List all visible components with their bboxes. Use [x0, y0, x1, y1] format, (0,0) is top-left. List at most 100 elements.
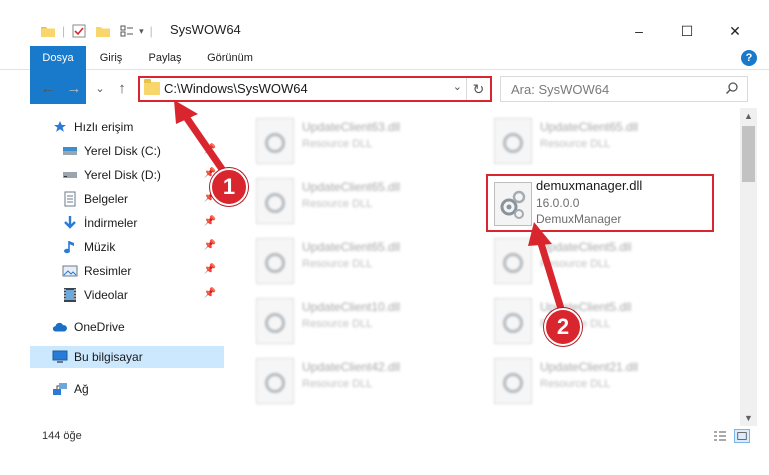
- pictures-icon: [62, 263, 78, 279]
- sidebar-item-label: Müzik: [84, 240, 116, 254]
- file-description: Resource DLL: [540, 258, 611, 270]
- file-name: UpdateClient65.dll: [540, 120, 639, 134]
- list-item[interactable]: UpdateClient5.dll Resource DLL: [488, 292, 718, 350]
- refresh-button[interactable]: ↻: [466, 78, 490, 100]
- dll-file-icon: [256, 298, 294, 344]
- sidebar-item-label: Yerel Disk (D:): [84, 168, 161, 182]
- sidebar-item-label: Ağ: [74, 382, 89, 396]
- list-item[interactable]: UpdateClient42.dll Resource DLL: [250, 352, 480, 410]
- back-button[interactable]: ←: [38, 78, 58, 98]
- music-icon: [62, 239, 78, 255]
- file-name: UpdateClient42.dll: [302, 360, 401, 374]
- sidebar-item-local-disk-d[interactable]: Yerel Disk (D:) 📌: [30, 164, 224, 186]
- title-bar: | ▾ | SysWOW64 – ☐ ✕: [0, 0, 769, 42]
- window-title: SysWOW64: [170, 22, 241, 37]
- file-description: Resource DLL: [302, 258, 373, 270]
- step-2-badge: 2: [544, 308, 582, 346]
- vertical-scrollbar[interactable]: ▲ ▼: [740, 108, 757, 426]
- folder-icon[interactable]: [40, 23, 56, 39]
- drive-icon: [62, 143, 78, 159]
- dll-file-icon: [256, 178, 294, 224]
- tab-home[interactable]: Giriş: [90, 46, 132, 70]
- sidebar-item-label: OneDrive: [74, 320, 125, 334]
- list-item[interactable]: UpdateClient65.dll Resource DLL: [488, 112, 718, 170]
- star-icon: [52, 119, 68, 135]
- file-description: DemuxManager: [536, 212, 622, 226]
- sidebar-item-quick-access[interactable]: Hızlı erişim: [30, 116, 224, 138]
- sidebar-item-videos[interactable]: Videolar 📌: [30, 284, 224, 306]
- sidebar-item-this-pc[interactable]: Bu bilgisayar: [30, 346, 224, 368]
- sidebar-item-local-disk-c[interactable]: Yerel Disk (C:) 📌: [30, 140, 224, 162]
- search-icon[interactable]: [725, 81, 739, 95]
- pin-icon[interactable]: 📌: [204, 144, 216, 155]
- dll-file-icon: [494, 118, 532, 164]
- highlighted-file-demuxmanager[interactable]: demuxmanager.dll 16.0.0.0 DemuxManager: [486, 174, 714, 232]
- downloads-icon: [62, 215, 78, 231]
- item-count: 144 öğe: [42, 430, 82, 442]
- sidebar-item-label: Bu bilgisayar: [74, 350, 143, 364]
- file-list: UpdateClient63.dll Resource DLL UpdateCl…: [232, 108, 740, 420]
- minimize-button[interactable]: –: [616, 20, 662, 42]
- tab-share[interactable]: Paylaş: [140, 46, 190, 70]
- separator: |: [62, 24, 66, 38]
- sidebar-item-label: İndirmeler: [84, 216, 138, 230]
- help-button[interactable]: ?: [741, 50, 757, 66]
- properties-icon[interactable]: [71, 23, 87, 39]
- sidebar-item-documents[interactable]: Belgeler 📌: [30, 188, 224, 210]
- pin-icon[interactable]: 📌: [204, 264, 216, 275]
- dll-file-icon: [256, 238, 294, 284]
- pin-icon[interactable]: 📌: [204, 240, 216, 251]
- scrollbar-thumb[interactable]: [742, 126, 755, 182]
- view-options-icon[interactable]: [119, 23, 135, 39]
- step-1-badge: 1: [210, 168, 248, 206]
- list-item[interactable]: UpdateClient63.dll Resource DLL: [250, 112, 480, 170]
- file-description: Resource DLL: [302, 138, 373, 150]
- dll-file-icon: [494, 358, 532, 404]
- sidebar-item-label: Resimler: [84, 264, 132, 278]
- scroll-down-icon[interactable]: ▼: [740, 410, 757, 426]
- maximize-button[interactable]: ☐: [664, 20, 710, 42]
- new-folder-icon[interactable]: [95, 23, 111, 39]
- close-button[interactable]: ✕: [712, 20, 758, 42]
- tab-view[interactable]: Görünüm: [198, 46, 262, 70]
- list-item[interactable]: UpdateClient10.dll Resource DLL: [250, 292, 480, 350]
- onedrive-icon: [52, 319, 68, 335]
- recent-locations-button[interactable]: ⌄: [90, 78, 110, 98]
- forward-button[interactable]: →: [64, 78, 84, 98]
- sidebar-item-music[interactable]: Müzik 📌: [30, 236, 224, 258]
- address-dropdown-icon[interactable]: ⌄: [453, 80, 462, 93]
- file-name: UpdateClient5.dll: [540, 240, 632, 254]
- sidebar-item-downloads[interactable]: İndirmeler 📌: [30, 212, 224, 234]
- documents-icon: [62, 191, 78, 207]
- sidebar-item-onedrive[interactable]: OneDrive: [30, 316, 224, 338]
- sidebar-item-label: Belgeler: [84, 192, 129, 206]
- sidebar-item-network[interactable]: Ağ: [30, 378, 224, 400]
- dll-file-icon: [494, 298, 532, 344]
- file-description: Resource DLL: [540, 138, 611, 150]
- address-bar[interactable]: C:\Windows\SysWOW64 ⌄ ↻: [138, 76, 492, 102]
- address-path[interactable]: C:\Windows\SysWOW64: [164, 81, 308, 96]
- drive-icon: [62, 167, 78, 183]
- customize-dropdown-icon[interactable]: ▾: [139, 26, 144, 37]
- network-icon: [52, 381, 68, 397]
- search-input[interactable]: Ara: SysWOW64: [500, 76, 748, 102]
- folder-icon: [144, 79, 160, 95]
- pin-icon[interactable]: 📌: [204, 216, 216, 227]
- up-button[interactable]: ↑: [112, 78, 132, 98]
- ribbon-tabs: Dosya Giriş Paylaş Görünüm ?: [0, 46, 769, 104]
- scroll-up-icon[interactable]: ▲: [740, 108, 757, 124]
- large-icons-view-icon[interactable]: [734, 429, 750, 443]
- sidebar-item-pictures[interactable]: Resimler 📌: [30, 260, 224, 282]
- list-item[interactable]: UpdateClient65.dll Resource DLL: [250, 232, 480, 290]
- pin-icon[interactable]: 📌: [204, 288, 216, 299]
- list-item[interactable]: UpdateClient21.dll Resource DLL: [488, 352, 718, 410]
- list-item[interactable]: UpdateClient5.dll Resource DLL: [488, 232, 718, 290]
- dll-file-icon: [256, 118, 294, 164]
- list-item[interactable]: UpdateClient65.dll Resource DLL: [250, 172, 480, 230]
- navigation-pane: Hızlı erişim Yerel Disk (C:) 📌 Yerel Dis…: [30, 114, 224, 414]
- details-view-icon[interactable]: [712, 429, 728, 443]
- separator: |: [149, 24, 153, 38]
- search-placeholder: Ara: SysWOW64: [511, 82, 610, 97]
- file-description: Resource DLL: [302, 318, 373, 330]
- file-name: UpdateClient10.dll: [302, 300, 401, 314]
